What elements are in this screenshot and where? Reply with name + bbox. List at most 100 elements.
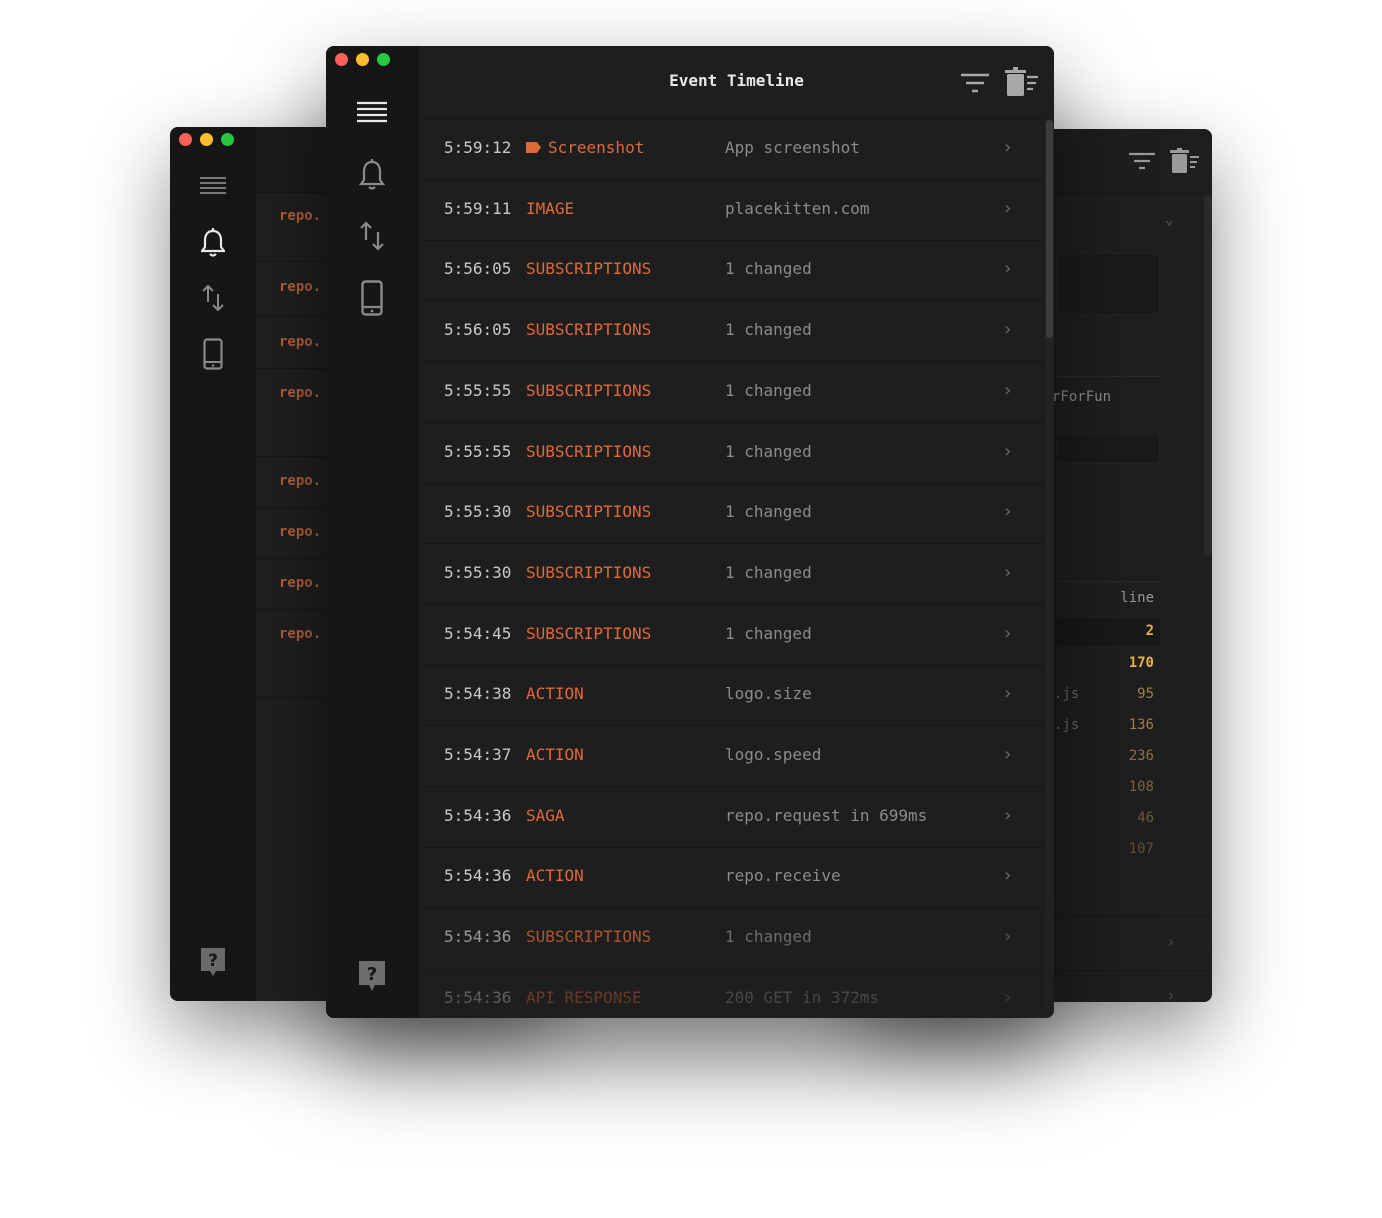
filter-icon[interactable]	[1127, 149, 1157, 173]
event-type: SAGA	[526, 806, 565, 825]
event-type-label: SUBSCRIPTIONS	[526, 259, 652, 279]
close-window-button[interactable]	[335, 53, 348, 66]
event-row[interactable]: 5:56:05 SUBSCRIPTIONS 1 changed ›	[419, 301, 1045, 363]
menu-icon[interactable]	[356, 99, 388, 127]
chevron-right-icon[interactable]: ›	[1002, 258, 1013, 279]
line-number: 107	[1128, 841, 1154, 857]
event-row[interactable]: 5:54:36 API RESPONSE 200 GET in 372ms ›	[419, 969, 1045, 1018]
event-description: 1 changed	[725, 502, 812, 522]
event-type: IMAGE	[526, 199, 574, 218]
event-type-label: SUBSCRIPTIONS	[526, 380, 652, 400]
detail-field	[1056, 434, 1160, 464]
chevron-right-icon[interactable]: ›	[1166, 932, 1176, 951]
trash-icon[interactable]	[1004, 66, 1040, 98]
event-time: 5:54:36	[444, 927, 512, 947]
event-type-label: SUBSCRIPTIONS	[526, 502, 652, 522]
event-type-label: SUBSCRIPTIONS	[526, 562, 652, 582]
file-name: .js	[1054, 717, 1080, 733]
svg-text:?: ?	[367, 964, 377, 985]
minimize-window-button[interactable]	[200, 133, 213, 146]
file-name: .js	[1054, 686, 1080, 702]
device-icon[interactable]	[202, 337, 224, 371]
line-number: 236	[1128, 748, 1154, 764]
chevron-right-icon[interactable]: ›	[1002, 319, 1013, 340]
chevron-right-icon[interactable]: ›	[1002, 987, 1013, 1008]
chevron-right-icon[interactable]: ›	[1002, 441, 1013, 462]
event-time: 5:54:38	[444, 684, 512, 704]
event-type: Screenshot	[526, 138, 644, 157]
chevron-right-icon[interactable]: ›	[1002, 501, 1013, 522]
event-description: logo.size	[725, 684, 812, 704]
event-row[interactable]: 5:54:37 ACTION logo.speed ›	[419, 726, 1045, 787]
event-time: 5:55:55	[444, 380, 512, 400]
chevron-right-icon[interactable]: ›	[1166, 986, 1176, 1002]
sidebar-left-window: ?	[170, 127, 256, 1001]
scrollbar[interactable]	[1204, 195, 1212, 555]
event-description: repo.request in 699ms	[725, 805, 928, 825]
device-icon[interactable]	[360, 279, 384, 317]
transfer-icon[interactable]	[359, 220, 385, 252]
event-type-label: SUBSCRIPTIONS	[526, 320, 652, 340]
event-type: ACTION	[526, 745, 584, 764]
help-icon[interactable]: ?	[199, 946, 227, 978]
event-description: 1 changed	[725, 562, 812, 582]
filter-icon[interactable]	[959, 70, 991, 96]
help-icon[interactable]: ?	[357, 959, 387, 993]
divider	[1040, 970, 1212, 971]
bell-icon[interactable]	[357, 158, 387, 192]
line-number: 2	[1145, 623, 1154, 639]
event-row[interactable]: 5:54:36 ACTION repo.receive ›	[419, 847, 1045, 909]
event-type-label: SUBSCRIPTIONS	[526, 927, 652, 947]
chevron-right-icon[interactable]: ›	[1002, 683, 1013, 704]
event-description: 200 GET in 372ms	[725, 987, 880, 1007]
chevron-right-icon[interactable]: ›	[1002, 623, 1013, 644]
tag-icon	[526, 142, 541, 153]
event-time: 5:55:30	[444, 502, 512, 522]
event-type: SUBSCRIPTIONS	[526, 320, 651, 339]
minimize-window-button[interactable]	[356, 53, 369, 66]
event-description: 1 changed	[725, 927, 812, 947]
event-row[interactable]: 5:56:05 SUBSCRIPTIONS 1 changed ›	[419, 240, 1045, 302]
chevron-right-icon[interactable]: ›	[1002, 380, 1013, 401]
window-controls	[179, 133, 234, 146]
event-row[interactable]: 5:54:36 SUBSCRIPTIONS 1 changed ›	[419, 908, 1045, 970]
chevron-right-icon[interactable]: ›	[1002, 744, 1013, 765]
event-time: 5:56:05	[444, 320, 512, 340]
event-time: 5:54:37	[444, 745, 512, 764]
chevron-right-icon[interactable]: ›	[1002, 926, 1013, 947]
event-row[interactable]: 5:55:30 SUBSCRIPTIONS 1 changed ›	[419, 544, 1045, 605]
transfer-icon[interactable]	[200, 283, 226, 313]
chevron-right-icon[interactable]: ›	[1002, 198, 1013, 219]
detail-panel	[1056, 253, 1160, 315]
event-time: 5:55:30	[444, 562, 512, 582]
event-row[interactable]: 5:54:36 SAGA repo.request in 699ms ›	[419, 787, 1045, 848]
event-row[interactable]: 5:55:55 SUBSCRIPTIONS 1 changed ›	[419, 362, 1045, 423]
event-row[interactable]: 5:54:45 SUBSCRIPTIONS 1 changed ›	[419, 605, 1045, 666]
scrollbar-thumb[interactable]	[1046, 120, 1053, 338]
event-timeline-window: ? Event Timeline 5:59:12 Screenshot App sc…	[326, 46, 1054, 1018]
event-description: logo.speed	[725, 745, 822, 764]
chevron-right-icon[interactable]: ›	[1002, 562, 1013, 583]
trash-icon[interactable]	[1169, 147, 1201, 175]
close-window-button[interactable]	[179, 133, 192, 146]
event-time: 5:59:11	[444, 198, 512, 218]
chevron-down-icon[interactable]: ⌄	[1165, 212, 1173, 228]
chevron-right-icon[interactable]: ›	[1002, 805, 1013, 826]
event-time: 5:54:36	[444, 987, 512, 1007]
zoom-window-button[interactable]	[377, 53, 390, 66]
event-row[interactable]: 5:59:12 Screenshot App screenshot ›	[419, 119, 1045, 180]
event-row[interactable]: 5:54:38 ACTION logo.size ›	[419, 665, 1045, 727]
chevron-right-icon[interactable]: ›	[1002, 137, 1013, 158]
bell-icon[interactable]	[198, 227, 228, 259]
zoom-window-button[interactable]	[221, 133, 234, 146]
event-type-label: IMAGE	[526, 198, 575, 218]
divider	[1056, 581, 1160, 582]
event-type-label: ACTION	[526, 745, 584, 764]
event-row[interactable]: 5:59:11 IMAGE placekitten.com ›	[419, 180, 1045, 241]
event-row[interactable]: 5:55:30 SUBSCRIPTIONS 1 changed ›	[419, 483, 1045, 545]
line-number: 170	[1128, 655, 1154, 671]
detail-text: rForFun	[1052, 389, 1112, 405]
menu-icon[interactable]	[198, 173, 228, 199]
event-row[interactable]: 5:55:55 SUBSCRIPTIONS 1 changed ›	[419, 423, 1045, 484]
chevron-right-icon[interactable]: ›	[1002, 865, 1013, 886]
